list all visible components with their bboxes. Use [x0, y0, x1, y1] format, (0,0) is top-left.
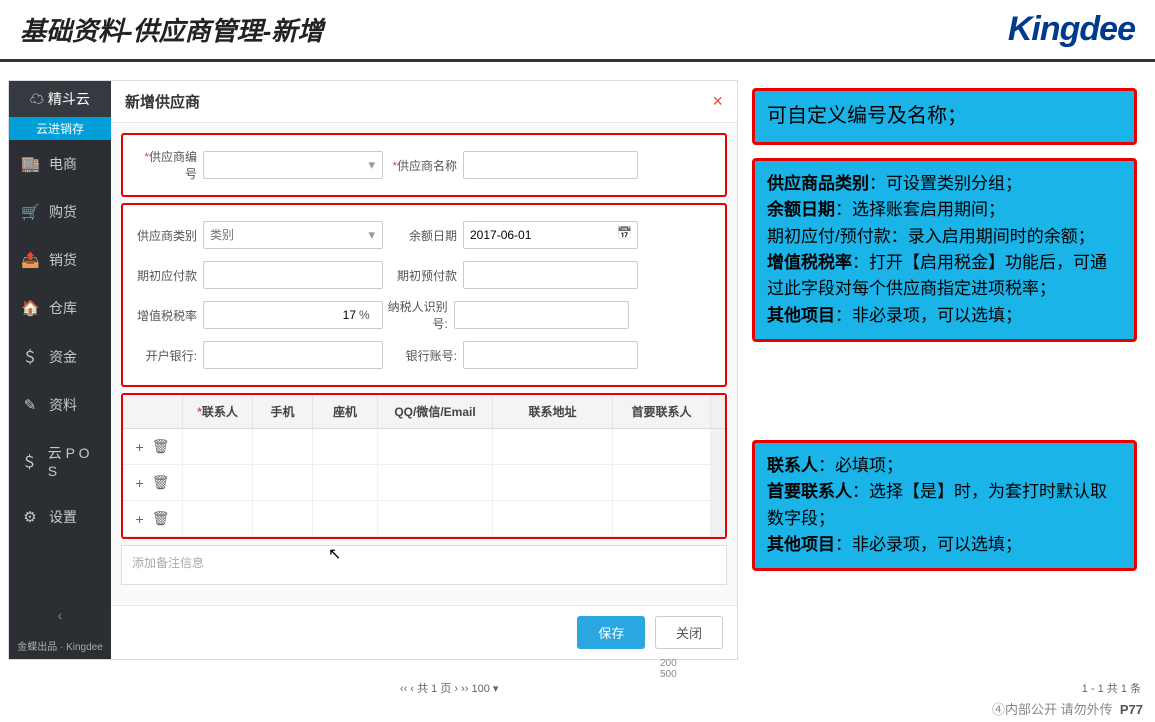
nav-warehouse[interactable]: 🏠 仓库 — [9, 284, 111, 332]
dollar-icon: ＄ — [21, 346, 39, 367]
vat-rate-input[interactable] — [203, 301, 383, 329]
nav-label: 电商 — [49, 154, 77, 174]
modal-title: 新增供应商 — [125, 91, 200, 112]
delete-row-icon[interactable]: 🗑 — [152, 510, 170, 527]
sidebar-active-tab[interactable]: 云进销存 — [9, 117, 111, 140]
bank-label: 开户银行: — [133, 347, 203, 364]
nav-label: 销货 — [49, 250, 77, 270]
init-prepaid-input[interactable] — [463, 261, 638, 289]
nav-label: 仓库 — [49, 298, 77, 318]
store-icon: 🏬 — [21, 155, 39, 173]
delete-row-icon[interactable]: 🗑 — [152, 438, 170, 455]
gear-icon: ⚙ — [21, 508, 39, 526]
taxpayer-id-label: 纳税人识别号: — [374, 298, 454, 332]
account-label: 银行账号: — [383, 347, 463, 364]
app-window: ☁ 精斗云 云进销存 🏬 电商 🛒 购货 📤 销货 🏠 仓库 ＄ 资金 ✎ 资料 ＄ 云 P … — [8, 80, 738, 660]
nav-label: 购货 — [49, 202, 77, 222]
nav-label: 云 P O S — [48, 443, 99, 479]
add-row-icon[interactable]: + — [136, 511, 144, 527]
nav-settings[interactable]: ⚙ 设置 — [9, 493, 111, 541]
balance-date-input[interactable] — [463, 221, 638, 249]
callout-c: 联系人：必填项； 首要联系人：选择【是】时，为套打时默认取数字段； 其他项目：非… — [752, 440, 1137, 571]
init-payable-input[interactable] — [203, 261, 383, 289]
contacts-table: *联系人 手机 座机 QQ/微信/Email 联系地址 首要联系人 +🗑 +🗑 — [121, 393, 727, 539]
nav-label: 设置 — [49, 507, 77, 527]
sidebar-brand: 金蝶出品 · Kingdee — [9, 638, 111, 653]
balance-date-label: 余额日期 — [383, 227, 463, 244]
slide-footer: ④内部公开 请勿外传 P77 — [992, 699, 1143, 718]
table-row[interactable]: +🗑 — [123, 465, 725, 501]
nav-cloud-pos[interactable]: ＄ 云 P O S — [9, 429, 111, 493]
pager-nav[interactable]: ‹‹ ‹ 共 1 页 › ›› 100 ▾ — [400, 680, 498, 696]
dollar-icon: ＄ — [21, 451, 38, 472]
slide-title: 基础资料-供应商管理-新增 — [20, 11, 323, 48]
pencil-icon: ✎ — [21, 396, 39, 414]
modal-body: 供应商编号 供应商名称 供应商类别 余额日期 期初应付款 期初预付款 — [111, 123, 737, 605]
supplier-name-label: 供应商名称 — [383, 157, 463, 174]
sidebar-collapse[interactable]: ‹ — [9, 601, 111, 629]
sidebar-logo: ☁ 精斗云 — [9, 81, 111, 117]
percent-label: % — [359, 308, 370, 322]
nav-label: 资料 — [49, 395, 77, 415]
sidebar: ☁ 精斗云 云进销存 🏬 电商 🛒 购货 📤 销货 🏠 仓库 ＄ 资金 ✎ 资料 ＄ 云 P … — [9, 81, 111, 659]
contacts-header: *联系人 手机 座机 QQ/微信/Email 联系地址 首要联系人 — [123, 395, 725, 429]
account-input[interactable] — [463, 341, 638, 369]
nav-label: 资金 — [49, 347, 77, 367]
kingdee-logo: Kingdee — [1008, 10, 1135, 49]
callout-a: 可自定义编号及名称； — [752, 88, 1137, 145]
nav-data[interactable]: ✎ 资料 — [9, 381, 111, 429]
supplier-name-input[interactable] — [463, 151, 638, 179]
nav-funds[interactable]: ＄ 资金 — [9, 332, 111, 381]
vat-rate-label: 增值税税率 — [133, 307, 203, 324]
nav-ecommerce[interactable]: 🏬 电商 — [9, 140, 111, 188]
modal-header: 新增供应商 × — [111, 81, 737, 123]
close-button[interactable]: 关闭 — [655, 616, 723, 649]
table-row[interactable]: +🗑 — [123, 501, 725, 537]
outbox-icon: 📤 — [21, 251, 39, 269]
section-details: 供应商类别 余额日期 期初应付款 期初预付款 增值税税率 % 纳税人识别号: — [121, 203, 727, 387]
cart-icon: 🛒 — [21, 203, 39, 221]
pager-info: 1 - 1 共 1 条 — [1082, 680, 1141, 696]
bank-input[interactable] — [203, 341, 383, 369]
new-supplier-modal: 新增供应商 × 供应商编号 供应商名称 供应商类别 余额日期 — [111, 81, 737, 659]
init-prepaid-label: 期初预付款 — [383, 267, 463, 284]
nav-purchase[interactable]: 🛒 购货 — [9, 188, 111, 236]
callout-b: 供应商品类别：可设置类别分组； 余额日期：选择账套启用期间； 期初应付/预付款：… — [752, 158, 1137, 342]
house-icon: 🏠 — [21, 299, 39, 317]
supplier-number-input[interactable] — [203, 151, 383, 179]
add-row-icon[interactable]: + — [136, 475, 144, 491]
close-icon[interactable]: × — [712, 91, 723, 112]
nav-sales[interactable]: 📤 销货 — [9, 236, 111, 284]
category-label: 供应商类别 — [133, 227, 203, 244]
add-row-icon[interactable]: + — [136, 439, 144, 455]
init-payable-label: 期初应付款 — [133, 267, 203, 284]
modal-footer: 保存 关闭 — [111, 605, 737, 659]
delete-row-icon[interactable]: 🗑 — [152, 474, 170, 491]
table-row[interactable]: +🗑 — [123, 429, 725, 465]
memo-textarea[interactable]: 添加备注信息 — [121, 545, 727, 585]
taxpayer-id-input[interactable] — [454, 301, 629, 329]
ruler-values: 200 500 — [660, 658, 677, 680]
slide-header: 基础资料-供应商管理-新增 Kingdee — [0, 0, 1155, 62]
category-select[interactable] — [203, 221, 383, 249]
supplier-number-label: 供应商编号 — [133, 148, 203, 182]
section-id-name: 供应商编号 供应商名称 — [121, 133, 727, 197]
save-button[interactable]: 保存 — [577, 616, 645, 649]
